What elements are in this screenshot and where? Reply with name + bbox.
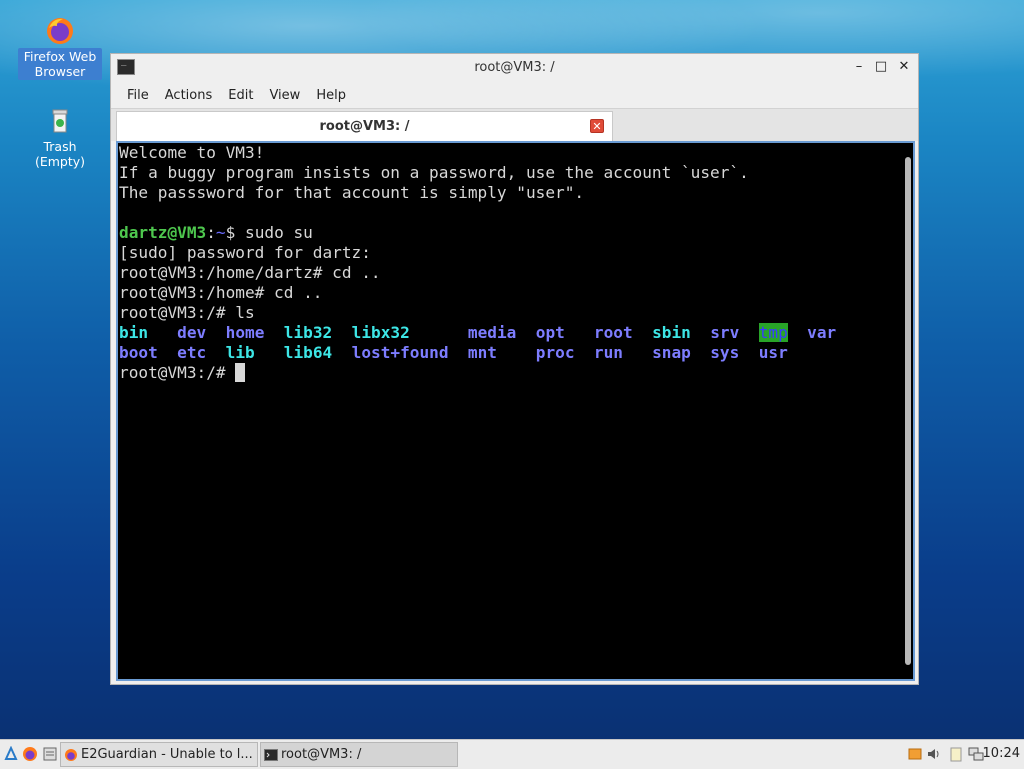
desktop-icon-firefox[interactable]: Firefox Web Browser	[18, 16, 102, 80]
taskbar: E2Guardian - Unable to l... root@VM3: / …	[0, 739, 1024, 769]
ls-entry: run	[593, 343, 623, 362]
text-cursor	[235, 363, 245, 382]
window-title: root@VM3: /	[474, 60, 555, 75]
ls-entry: srv	[710, 323, 740, 342]
title-bar[interactable]: root@VM3: / – □ ✕	[111, 54, 918, 82]
scrollbar[interactable]	[904, 145, 912, 665]
ls-entry: lib32	[283, 323, 333, 342]
firefox-icon	[64, 747, 78, 761]
notification-icon[interactable]	[907, 746, 923, 762]
firefox-launcher-icon[interactable]	[22, 746, 38, 762]
task-label: root@VM3: /	[281, 747, 362, 762]
ls-entry: sbin	[652, 323, 691, 342]
start-menu-icon[interactable]	[3, 745, 19, 762]
trash-icon	[45, 106, 75, 136]
menu-file[interactable]: File	[119, 86, 157, 105]
tab-bar: root@VM3: / ✕	[111, 108, 918, 141]
task-e2guardian[interactable]: E2Guardian - Unable to l...	[60, 742, 258, 767]
ls-entry-tmp: tmp	[758, 323, 788, 342]
scrollbar-thumb[interactable]	[905, 157, 911, 665]
minimize-button[interactable]: –	[851, 59, 867, 75]
clipboard-icon[interactable]	[948, 746, 964, 762]
volume-icon[interactable]	[926, 746, 942, 762]
terminal-icon	[264, 747, 278, 761]
ls-entry: sys	[710, 343, 740, 362]
ls-entry: libx32	[351, 323, 410, 342]
ls-entry: media	[467, 323, 517, 342]
terminal-output[interactable]: Welcome to VM3! If a buggy program insis…	[116, 141, 915, 681]
file-manager-icon[interactable]	[42, 746, 58, 762]
terminal-line: Welcome to VM3!	[119, 143, 265, 162]
desktop-icon-label: Firefox Web Browser	[18, 48, 102, 80]
desktop-icon-label: Trash (Empty)	[34, 139, 86, 169]
ls-entry: opt	[535, 323, 565, 342]
ls-entry: mnt	[467, 343, 497, 362]
ls-entry: lib64	[283, 343, 333, 362]
maximize-button[interactable]: □	[873, 59, 889, 75]
ls-entry: bin	[119, 323, 149, 342]
ls-entry: dev	[177, 323, 207, 342]
task-terminal[interactable]: root@VM3: /	[260, 742, 458, 767]
desktop-icon-trash[interactable]: Trash (Empty)	[18, 106, 102, 170]
tab-label: root@VM3: /	[319, 119, 410, 134]
menu-help[interactable]: Help	[308, 86, 354, 105]
ls-entry: root	[593, 323, 633, 342]
ls-entry: home	[225, 323, 265, 342]
task-label: E2Guardian - Unable to l...	[81, 747, 253, 762]
menu-actions[interactable]: Actions	[157, 86, 221, 105]
ls-entry: boot	[119, 343, 158, 362]
clock[interactable]: 10:24	[983, 746, 1020, 761]
prompt-path: ~	[215, 223, 226, 242]
ls-entry: snap	[652, 343, 691, 362]
tab-terminal[interactable]: root@VM3: / ✕	[116, 111, 613, 141]
menu-edit[interactable]: Edit	[220, 86, 261, 105]
menu-view[interactable]: View	[261, 86, 308, 105]
terminal-line: If a buggy program insists on a password…	[119, 163, 749, 182]
terminal-line: [sudo] password for dartz:	[119, 243, 371, 262]
ls-entry: usr	[758, 343, 788, 362]
ls-entry: proc	[535, 343, 575, 362]
ls-entry: etc	[177, 343, 207, 362]
close-tab-icon[interactable]: ✕	[590, 119, 604, 133]
terminal-text: Welcome to VM3! If a buggy program insis…	[119, 143, 837, 382]
terminal-window: root@VM3: / – □ ✕ File Actions Edit View…	[110, 53, 919, 685]
menu-bar: File Actions Edit View Help	[111, 82, 918, 108]
terminal-line: root@VM3:/# ls	[119, 303, 255, 322]
prompt-user: dartz@VM3	[119, 223, 207, 242]
ls-entry: lib	[225, 343, 255, 362]
ls-entry: var	[807, 323, 837, 342]
close-button[interactable]: ✕	[896, 59, 912, 75]
terminal-line: The passsword for that account is simply…	[119, 183, 585, 202]
ls-entry: lost+found	[351, 343, 449, 362]
terminal-line: root@VM3:/home/dartz# cd ..	[119, 263, 381, 282]
terminal-line: root@VM3:/#	[119, 363, 236, 382]
terminal-line: root@VM3:/home# cd ..	[119, 283, 323, 302]
firefox-icon	[45, 16, 75, 46]
